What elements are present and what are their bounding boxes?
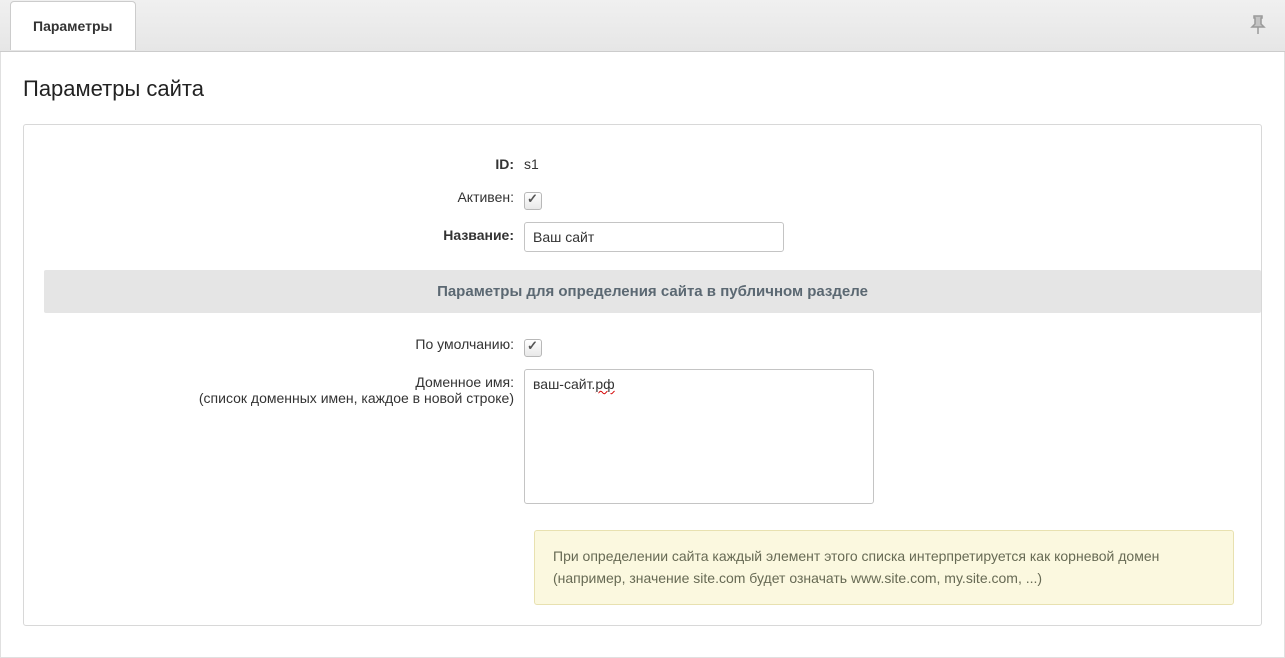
- domain-textarea[interactable]: ваш-сайт.рф: [524, 369, 874, 504]
- tab-parameters[interactable]: Параметры: [10, 1, 136, 50]
- domain-label-main: Доменное имя:: [415, 374, 514, 390]
- row-domain: Доменное имя: (список доменных имен, каж…: [24, 363, 1261, 510]
- domain-label: Доменное имя: (список доменных имен, каж…: [24, 369, 524, 406]
- row-name: Название:: [24, 216, 1261, 258]
- hint-box: При определении сайта каждый элемент это…: [534, 530, 1234, 605]
- section-heading: Параметры для определения сайта в публич…: [44, 270, 1261, 313]
- form-box: ID: s1 Активен: ✓ Название: Параметры дл…: [23, 124, 1262, 626]
- name-input[interactable]: [524, 222, 784, 252]
- row-id: ID: s1: [24, 145, 1261, 178]
- row-default: По умолчанию: ✓: [24, 325, 1261, 363]
- page-title: Параметры сайта: [23, 76, 1262, 102]
- pin-icon[interactable]: [1249, 14, 1267, 39]
- main-panel: Параметры сайта ID: s1 Активен: ✓ Назван…: [0, 52, 1285, 658]
- default-checkbox[interactable]: ✓: [524, 339, 542, 357]
- id-label: ID:: [24, 151, 524, 172]
- tab-bar: Параметры: [0, 0, 1285, 52]
- active-checkbox[interactable]: ✓: [524, 192, 542, 210]
- default-label: По умолчанию:: [24, 331, 524, 352]
- name-label: Название:: [24, 222, 524, 243]
- id-value: s1: [524, 151, 539, 172]
- domain-label-sub: (список доменных имен, каждое в новой ст…: [199, 390, 514, 406]
- active-label: Активен:: [24, 184, 524, 205]
- row-active: Активен: ✓: [24, 178, 1261, 216]
